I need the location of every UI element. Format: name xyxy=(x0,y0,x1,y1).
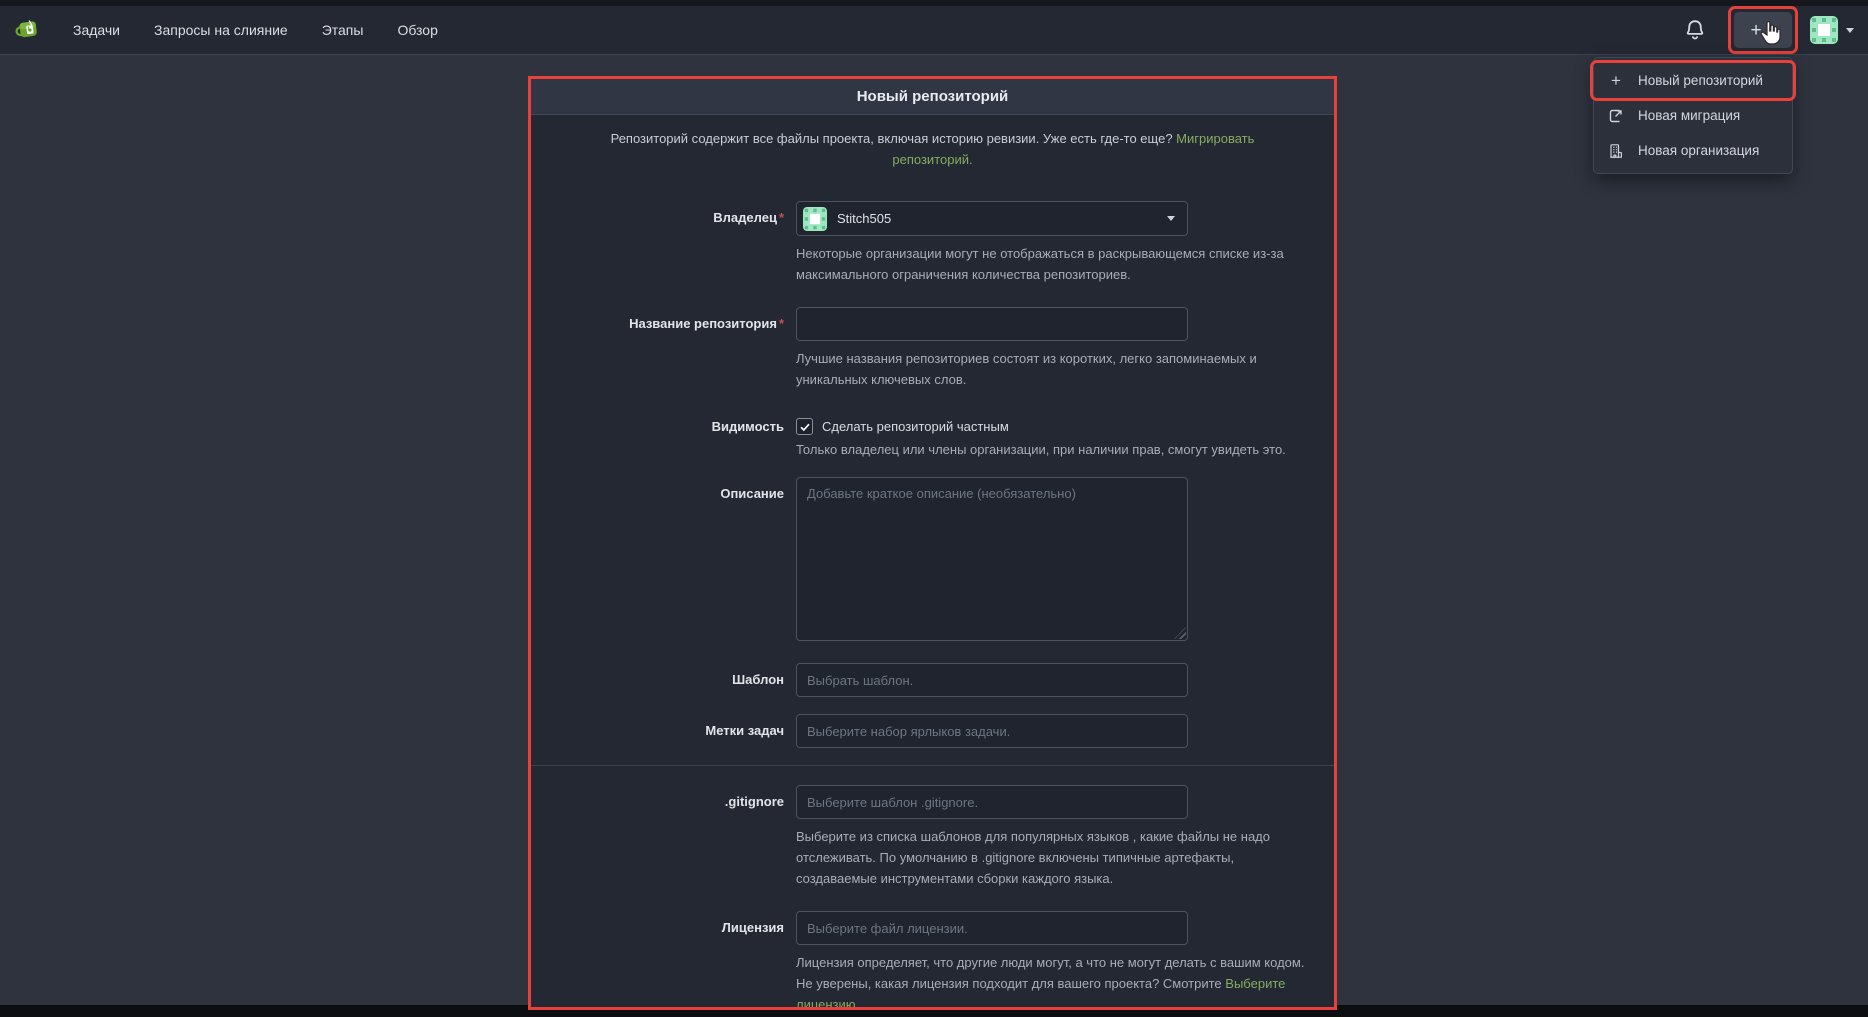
migration-icon xyxy=(1608,108,1624,124)
issue-labels-label-text: Метки задач xyxy=(705,723,784,738)
issue-labels-select[interactable] xyxy=(796,714,1188,748)
private-checkbox-label[interactable]: Сделать репозиторий частным xyxy=(822,419,1009,434)
screen: Задачи Запросы на слияние Этапы Обзор + xyxy=(0,0,1868,1017)
template-select[interactable] xyxy=(796,663,1188,697)
required-asterisk: * xyxy=(779,316,784,331)
license-row: Лицензия Лицензия определяет, что другие… xyxy=(531,911,1334,1010)
chevron-down-icon xyxy=(1768,28,1776,33)
chevron-down-icon xyxy=(1846,28,1854,33)
template-label: Шаблон xyxy=(531,663,796,697)
nav-link-pull-requests[interactable]: Запросы на слияние xyxy=(154,22,288,38)
notifications-bell-icon[interactable] xyxy=(1684,19,1706,41)
owner-row: Владелец* xyxy=(531,201,1334,285)
nav-link-milestones[interactable]: Этапы xyxy=(322,22,364,38)
repo-name-help-text: Лучшие названия репозиториев состоят из … xyxy=(796,348,1308,390)
owner-help-text: Некоторые организации могут не отображат… xyxy=(796,243,1308,285)
issue-labels-row: Метки задач xyxy=(531,714,1334,748)
visibility-row: Видимость Сделать репозиторий частным То… xyxy=(531,412,1334,460)
menu-item-new-repository[interactable]: + Новый репозиторий xyxy=(1594,63,1792,98)
license-select[interactable] xyxy=(796,911,1188,945)
menu-item-label: Новый репозиторий xyxy=(1638,73,1763,88)
gitignore-row: .gitignore Выберите из списка шаблонов д… xyxy=(531,785,1334,889)
menu-item-new-organization[interactable]: Новая организация xyxy=(1594,133,1792,168)
description-row: Описание xyxy=(531,477,1334,641)
plus-icon: + xyxy=(1750,21,1761,40)
plus-icon: + xyxy=(1608,73,1624,89)
owner-value: Stitch505 xyxy=(837,211,1167,226)
nav-link-explore[interactable]: Обзор xyxy=(397,22,437,38)
required-asterisk: * xyxy=(779,210,784,225)
owner-select[interactable]: Stitch505 xyxy=(796,201,1188,236)
form-title: Новый репозиторий xyxy=(857,88,1009,105)
check-icon xyxy=(799,421,811,433)
form-header: Новый репозиторий xyxy=(531,79,1334,115)
nav-links: Задачи Запросы на слияние Этапы Обзор xyxy=(73,22,438,38)
nav-link-issues[interactable]: Задачи xyxy=(73,22,120,38)
description-label-text: Описание xyxy=(720,486,784,501)
create-dropdown-menu: + Новый репозиторий Новая миграция xyxy=(1593,57,1793,174)
menu-item-new-migration[interactable]: Новая миграция xyxy=(1594,98,1792,133)
gitignore-label-text: .gitignore xyxy=(725,794,784,809)
repo-name-label: Название репозитория* xyxy=(531,307,796,390)
template-label-text: Шаблон xyxy=(732,672,784,687)
issue-labels-label: Метки задач xyxy=(531,714,796,748)
visibility-help-text: Только владелец или члены организации, п… xyxy=(796,439,1308,460)
intro-text: Репозиторий содержит все файлы проекта, … xyxy=(611,131,1173,146)
chevron-down-icon xyxy=(1167,216,1175,221)
menu-item-label: Новая организация xyxy=(1638,143,1759,158)
repo-name-input[interactable] xyxy=(796,307,1188,341)
license-label: Лицензия xyxy=(531,911,796,1010)
description-textarea[interactable] xyxy=(796,477,1188,641)
owner-label: Владелец* xyxy=(531,201,796,285)
annotation-box-plus-button: + xyxy=(1728,6,1798,54)
form-body: Репозиторий содержит все файлы проекта, … xyxy=(531,115,1334,1010)
section-divider xyxy=(531,765,1334,766)
user-menu[interactable] xyxy=(1810,16,1854,44)
gitignore-help-text: Выберите из списка шаблонов для популярн… xyxy=(796,826,1308,889)
owner-label-text: Владелец xyxy=(713,210,777,225)
template-row: Шаблон xyxy=(531,663,1334,697)
license-help-text: Лицензия определяет, что другие люди мог… xyxy=(796,952,1308,1010)
gitea-logo-icon[interactable] xyxy=(13,15,43,45)
owner-avatar xyxy=(803,207,827,231)
gitignore-label: .gitignore xyxy=(531,785,796,889)
new-repository-form: Новый репозиторий Репозиторий содержит в… xyxy=(528,76,1337,1010)
private-checkbox[interactable] xyxy=(796,418,813,435)
gitignore-select[interactable] xyxy=(796,785,1188,819)
description-label: Описание xyxy=(531,477,796,641)
visibility-label: Видимость xyxy=(531,412,796,460)
license-label-text: Лицензия xyxy=(722,920,784,935)
visibility-label-text: Видимость xyxy=(712,419,784,434)
cursor-pointer-icon xyxy=(1758,19,1782,47)
create-new-button[interactable]: + xyxy=(1734,12,1792,48)
repo-name-row: Название репозитория* Лучшие названия ре… xyxy=(531,307,1334,390)
user-avatar xyxy=(1810,16,1838,44)
form-intro: Репозиторий содержит все файлы проекта, … xyxy=(583,128,1283,170)
menu-item-label: Новая миграция xyxy=(1638,108,1740,123)
navbar-right: + xyxy=(1684,6,1868,54)
navbar: Задачи Запросы на слияние Этапы Обзор + xyxy=(0,6,1868,55)
repo-name-label-text: Название репозитория xyxy=(629,316,777,331)
organization-icon xyxy=(1608,143,1624,159)
